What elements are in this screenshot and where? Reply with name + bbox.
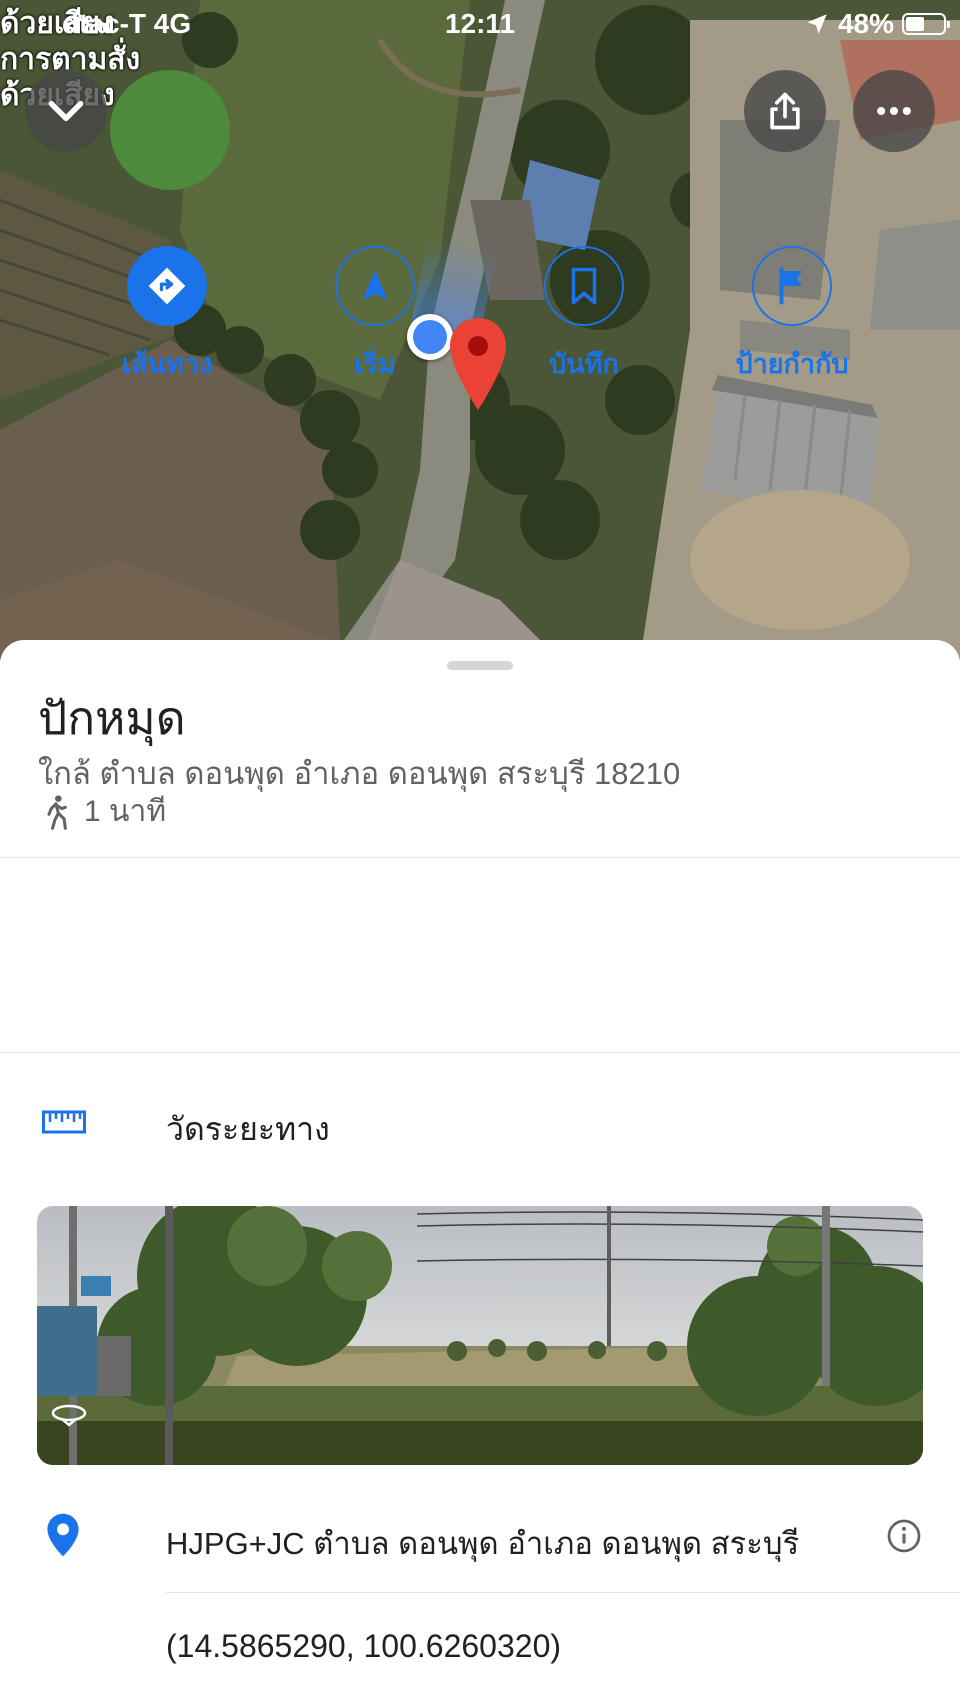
street-view-image xyxy=(37,1206,923,1465)
save-label: บันทึก xyxy=(549,349,619,379)
start-circle xyxy=(335,246,415,326)
place-title: ปักหมุด xyxy=(38,692,186,744)
chevron-down-icon xyxy=(48,100,84,122)
coordinates[interactable]: (14.5865290, 100.6260320) xyxy=(166,1628,561,1665)
start-label: เริ่ม xyxy=(354,349,396,379)
measure-distance-label: วัดระยะทาง xyxy=(166,1111,330,1147)
battery-icon xyxy=(902,13,950,35)
directions-button[interactable]: เส้นทาง xyxy=(67,246,267,385)
directions-circle xyxy=(127,246,207,326)
location-pin-icon xyxy=(47,1513,79,1557)
plus-code-address: HJPG+JC ตำบล ดอนพุด อำเภอ ดอนพุด สระบุรี xyxy=(166,1526,800,1561)
flag-icon xyxy=(779,267,803,305)
directions-label: เส้นทาง xyxy=(121,349,213,379)
plus-code-address-row[interactable]: HJPG+JC ตำบล ดอนพุด อำเภอ ดอนพุด สระบุรี xyxy=(0,1498,960,1578)
location-arrow-icon xyxy=(807,14,827,34)
drag-handle[interactable] xyxy=(447,661,513,670)
share-icon xyxy=(770,92,800,130)
label-button[interactable]: ป้ายกำกับ xyxy=(692,246,892,385)
save-circle xyxy=(544,246,624,326)
navigation-arrow-icon xyxy=(362,270,388,301)
ruler-icon xyxy=(42,1110,86,1134)
label-label: ป้ายกำกับ xyxy=(735,349,849,379)
walk-time-row: 1 นาที xyxy=(42,788,166,835)
info-icon[interactable] xyxy=(886,1518,922,1554)
bookmark-icon xyxy=(571,267,597,305)
directions-icon xyxy=(148,267,186,305)
label-circle xyxy=(752,246,832,326)
battery-percent: 48% xyxy=(837,8,894,39)
divider xyxy=(0,857,960,858)
battery-indicator: 48% xyxy=(804,8,950,40)
divider xyxy=(166,1592,960,1593)
walk-time: 1 นาที xyxy=(84,795,167,828)
collapse-button[interactable] xyxy=(25,70,107,152)
measure-distance-row[interactable]: วัดระยะทาง xyxy=(0,1090,960,1160)
street-view-360-icon xyxy=(51,1404,87,1427)
more-horizontal-icon xyxy=(877,106,911,116)
start-button[interactable]: เริ่ม xyxy=(275,246,475,385)
divider xyxy=(0,1052,960,1053)
walking-person-icon xyxy=(47,794,67,830)
street-view-photo[interactable] xyxy=(37,1206,923,1465)
save-button[interactable]: บันทึก xyxy=(484,246,684,385)
status-bar: dtac-T 4G 12:11 48% xyxy=(0,0,960,48)
more-options-button[interactable] xyxy=(853,70,935,152)
share-button[interactable] xyxy=(744,70,826,152)
